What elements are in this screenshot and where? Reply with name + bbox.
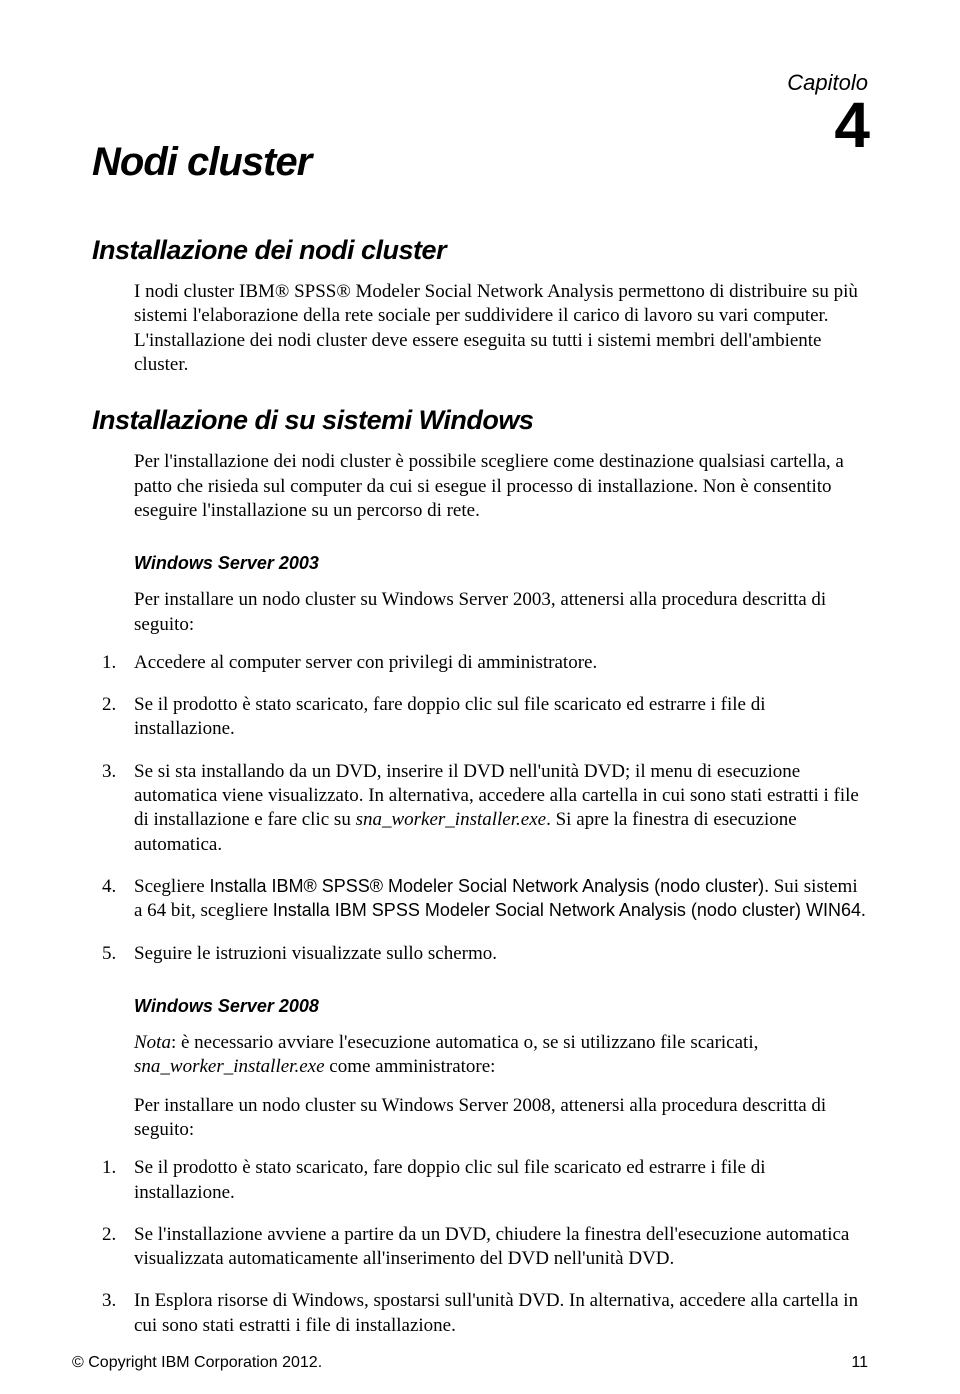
list-item: 3. In Esplora risorse di Windows, sposta… [102,1289,868,1338]
list-item: 1. Se il prodotto è stato scaricato, far… [102,1156,868,1205]
ws2003-intro: Per installare un nodo cluster su Window… [134,588,868,637]
list-item: 2. Se l'installazione avviene a partire … [102,1223,868,1272]
section-heading-windows: Installazione di su sistemi Windows [92,405,868,436]
page-title: Nodi cluster [92,140,868,185]
list-text: Se l'installazione avviene a partire da … [134,1223,868,1272]
list-item: 1. Accedere al computer server con privi… [102,651,868,675]
list-text: Se il prodotto è stato scaricato, fare d… [134,1156,868,1205]
list-number: 5. [102,942,134,966]
list-item: 2. Se il prodotto è stato scaricato, far… [102,693,868,742]
ui-label: Installa IBM SPSS Modeler Social Network… [273,900,861,920]
filename: sna_worker_installer.exe [134,1056,325,1077]
list-number: 1. [102,1156,134,1205]
list-number: 3. [102,1289,134,1338]
ws2008-list: 1. Se il prodotto è stato scaricato, far… [102,1156,868,1338]
copyright-text: © Copyright IBM Corporation 2012. [72,1354,322,1372]
text-run: come amministratore: [325,1056,496,1077]
page-footer: © Copyright IBM Corporation 2012. 11 [72,1354,868,1372]
list-number: 4. [102,875,134,924]
list-number: 2. [102,693,134,742]
ws2003-list: 1. Accedere al computer server con privi… [102,651,868,966]
chapter-number: 4 [834,88,868,162]
list-item: 4. Scegliere Installa IBM® SPSS® Modeler… [102,875,868,924]
ws2008-intro: Per installare un nodo cluster su Window… [134,1094,868,1143]
list-number: 1. [102,651,134,675]
ui-label: Installa IBM® SPSS® Modeler Social Netwo… [209,876,764,896]
filename: sna_worker_installer.exe [356,809,547,830]
text-run: : è necessario avviare l'esecuzione auto… [171,1032,758,1053]
list-number: 3. [102,760,134,857]
list-text: Accedere al computer server con privileg… [134,651,868,675]
ws2008-note: Nota: è necessario avviare l'esecuzione … [134,1031,868,1080]
section-heading-install-cluster: Installazione dei nodi cluster [92,235,868,266]
list-item: 5. Seguire le istruzioni visualizzate su… [102,942,868,966]
text-run: Scegliere [134,876,209,897]
subheading-ws2003: Windows Server 2003 [134,553,868,574]
note-label: Nota [134,1032,171,1053]
list-number: 2. [102,1223,134,1272]
subheading-ws2008: Windows Server 2008 [134,996,868,1017]
list-text: Se si sta installando da un DVD, inserir… [134,760,868,857]
list-text: Se il prodotto è stato scaricato, fare d… [134,693,868,742]
section2-paragraph: Per l'installazione dei nodi cluster è p… [134,450,868,523]
text-run: . [861,900,866,921]
section1-paragraph: I nodi cluster IBM® SPSS® Modeler Social… [134,280,868,377]
list-item: 3. Se si sta installando da un DVD, inse… [102,760,868,857]
list-text: Scegliere Installa IBM® SPSS® Modeler So… [134,875,868,924]
page-number: 11 [851,1354,868,1372]
list-text: Seguire le istruzioni visualizzate sullo… [134,942,868,966]
list-text: In Esplora risorse di Windows, spostarsi… [134,1289,868,1338]
